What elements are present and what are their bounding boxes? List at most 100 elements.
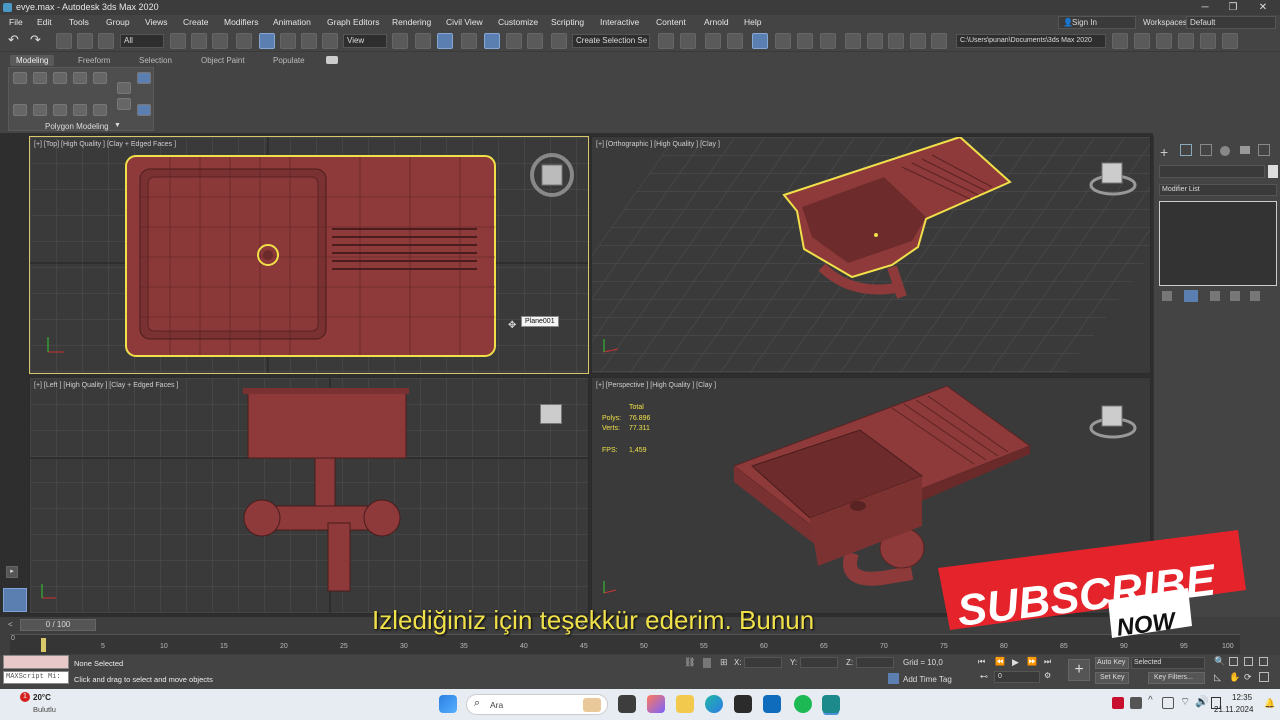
sign-in-button[interactable]: 👤 Sign In (1058, 16, 1136, 29)
3ds-max-taskbar-icon[interactable] (822, 695, 840, 713)
element-icon[interactable] (93, 72, 107, 84)
quickslice-icon[interactable] (73, 104, 87, 116)
select-manipulate-icon[interactable] (415, 33, 431, 49)
add-time-tag[interactable]: Add Time Tag (903, 675, 952, 684)
rotate-icon[interactable] (280, 33, 296, 49)
move-icon[interactable] (259, 33, 275, 49)
percent-snap-icon[interactable] (506, 33, 522, 49)
zoom-icon[interactable]: 🔍 (1214, 656, 1225, 667)
time-marker[interactable] (41, 638, 46, 652)
weather-temp[interactable]: 20°C (33, 693, 51, 702)
menu-group[interactable]: Group (106, 15, 130, 30)
viewcube-icon[interactable] (1086, 155, 1140, 199)
zoom-all-icon[interactable] (1229, 657, 1238, 666)
modify-tab-icon[interactable] (1180, 144, 1192, 156)
project-path-dropdown[interactable]: C:\Users\punan\Documents\3ds Max 2020 (956, 34, 1106, 48)
reference-coordinate-dropdown[interactable]: View (343, 34, 387, 48)
make-unique-icon[interactable] (1210, 291, 1220, 301)
menu-civil-view[interactable]: Civil View (446, 15, 483, 30)
configure-modifier-sets-icon[interactable] (1250, 291, 1260, 301)
viewport-left[interactable]: [+] [Left ] [High Quality ] [Clay + Edge… (29, 377, 589, 614)
rendered-frame-window-icon[interactable] (867, 33, 883, 49)
tray-app-icon[interactable] (1162, 697, 1174, 709)
pin-stack-icon[interactable] (1162, 291, 1172, 301)
preserve-uvs-icon[interactable] (13, 104, 27, 116)
named-selection-dropdown[interactable]: Create Selection Se (572, 34, 650, 48)
render-production-icon[interactable] (888, 33, 904, 49)
rectangular-selection-icon[interactable] (212, 33, 228, 49)
z-coordinate-field[interactable] (856, 657, 894, 668)
time-tag-icon[interactable] (888, 673, 899, 684)
goto-end-icon[interactable]: ⏭ (1044, 657, 1051, 667)
isolate-selection-icon[interactable]: ⛓ (684, 657, 695, 668)
absolute-mode-icon[interactable]: ⊞ (720, 657, 728, 668)
open-file-icon[interactable] (1134, 33, 1150, 49)
selection-lock-icon[interactable] (703, 658, 711, 668)
maximize-button[interactable]: ❐ (1218, 0, 1248, 15)
tab-freeform[interactable]: Freeform (78, 55, 110, 66)
spotify-icon[interactable] (794, 695, 812, 713)
viewcube-icon[interactable] (1086, 398, 1140, 442)
menu-scripting[interactable]: Scripting (551, 15, 584, 30)
time-slider[interactable]: 0 / 100 (20, 619, 96, 631)
show-end-result-icon[interactable] (1184, 290, 1198, 302)
object-name-field[interactable] (1159, 165, 1265, 178)
display-tab-icon[interactable] (1240, 146, 1250, 154)
save-file-icon[interactable] (1156, 33, 1172, 49)
goto-start-icon[interactable]: ⏮ (978, 657, 985, 667)
next-key-icon[interactable]: ⏩ (1027, 657, 1037, 666)
ignore-backfacing-icon[interactable] (33, 104, 47, 116)
x-coordinate-field[interactable] (744, 657, 782, 668)
collapse-stack-icon[interactable] (117, 98, 131, 110)
menu-interactive[interactable]: Interactive (600, 15, 639, 30)
schematic-view-icon[interactable] (797, 33, 813, 49)
viewport-top-label[interactable]: [+] [Top] [High Quality ] [Clay + Edged … (34, 141, 176, 148)
scene-converter-icon[interactable] (1200, 33, 1216, 49)
ribbon-toggle-icon[interactable] (752, 33, 768, 49)
chevron-down-icon[interactable]: ▼ (114, 122, 121, 129)
select-object-icon[interactable] (170, 33, 186, 49)
keyboard-shortcut-override-icon[interactable] (437, 33, 453, 49)
maxscript-listener[interactable] (3, 655, 69, 669)
object-color-swatch[interactable] (1268, 165, 1278, 178)
set-key-button[interactable]: Set Key (1095, 672, 1129, 684)
make-planar-icon[interactable] (93, 104, 107, 116)
field-of-view-icon[interactable]: ◺ (1214, 672, 1221, 683)
clock-time[interactable]: 12:35 (1232, 693, 1252, 702)
polygon-modeling-label[interactable]: Polygon Modeling (45, 122, 109, 131)
viewport-left-label[interactable]: [+] [Left ] [High Quality ] [Clay + Edge… (34, 382, 178, 389)
menu-help[interactable]: Help (744, 15, 761, 30)
edge-icon[interactable] (33, 72, 47, 84)
repeat-last-icon[interactable] (53, 104, 67, 116)
maximize-viewport-icon[interactable] (1259, 672, 1269, 682)
volume-icon[interactable]: 🔊 (1195, 695, 1209, 708)
select-by-name-icon[interactable] (191, 33, 207, 49)
modifier-stack[interactable] (1159, 201, 1277, 286)
current-frame-field[interactable]: 0 (994, 671, 1040, 683)
hierarchy-tab-icon[interactable] (1200, 144, 1212, 156)
ribbon-options-icon[interactable] (326, 56, 338, 64)
time-config-icon[interactable]: ⚙ (1044, 671, 1051, 680)
modifier-list-dropdown[interactable]: Modifier List (1159, 184, 1277, 196)
pivot-center-icon[interactable] (392, 33, 408, 49)
menu-create[interactable]: Create (183, 15, 209, 30)
viewport-ortho-label[interactable]: [+] [Orthographic ] [High Quality ] [Cla… (596, 141, 720, 148)
edit-poly-icon[interactable] (137, 72, 151, 84)
create-tab-icon[interactable]: + (1160, 144, 1168, 160)
menu-animation[interactable]: Animation (273, 15, 311, 30)
viewport-persp-label[interactable]: [+] [Perspective ] [High Quality ] [Clay… (596, 382, 716, 389)
menu-tools[interactable]: Tools (69, 15, 89, 30)
redo-icon[interactable]: ↷ (30, 33, 46, 49)
maxscript-mini-listener[interactable]: MAXScript Mi: (3, 671, 69, 684)
spinner-snap-icon[interactable] (527, 33, 543, 49)
prev-frame-icon[interactable]: < (8, 620, 13, 629)
align-icon[interactable] (680, 33, 696, 49)
vertex-icon[interactable] (13, 72, 27, 84)
show-hidden-icons[interactable]: ^ (1148, 695, 1153, 706)
remove-modifier-icon[interactable] (1230, 291, 1240, 301)
zoom-extents-icon[interactable] (1244, 657, 1253, 666)
taskbar-search[interactable]: ⌕ Ara (466, 694, 608, 715)
viewport-top[interactable]: [+] [Top] [High Quality ] [Clay + Edged … (29, 136, 589, 374)
set-key-big-button[interactable]: + (1068, 659, 1090, 681)
close-button[interactable]: ✕ (1248, 0, 1278, 15)
